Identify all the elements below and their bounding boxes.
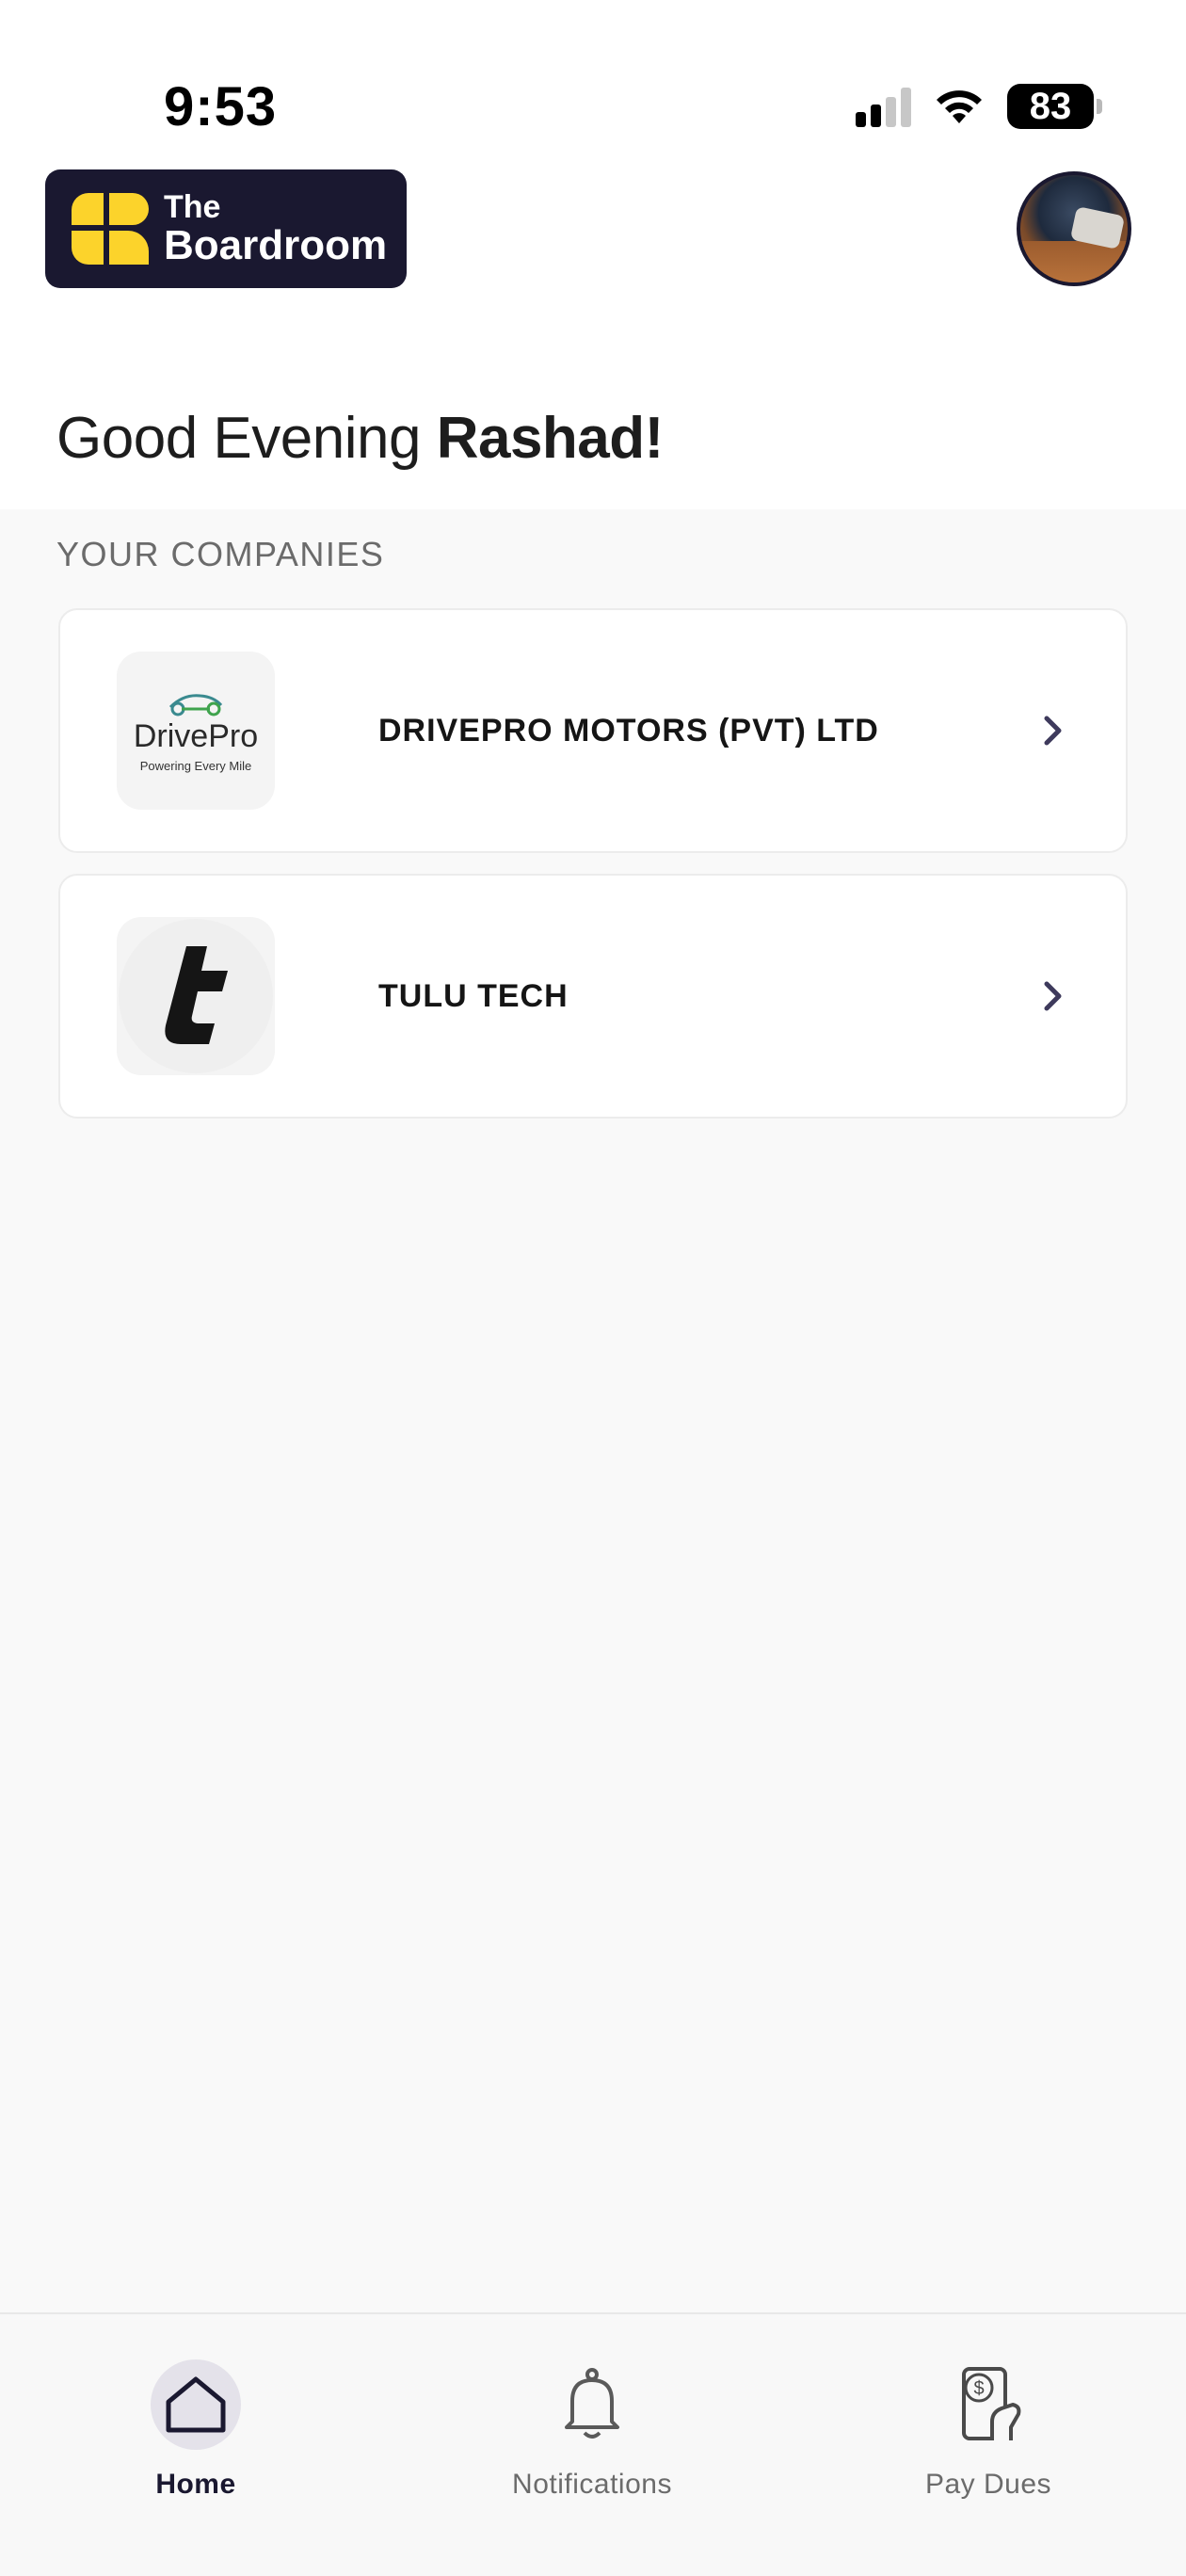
drivepro-logo: DrivePro Powering Every Mile bbox=[117, 652, 275, 810]
drivepro-logo-name: DrivePro bbox=[133, 718, 259, 754]
status-time: 9:53 bbox=[164, 76, 278, 137]
home-screen: 9:53 83 The Boardroom Good Evening Rasha… bbox=[0, 0, 1186, 2576]
tab-notifications[interactable]: Notifications bbox=[470, 2359, 714, 2501]
wifi-icon bbox=[937, 90, 982, 123]
chevron-right-icon bbox=[1039, 977, 1067, 1015]
bottom-tab-bar: Home Notifications $ Pay Dues bbox=[0, 2312, 1186, 2576]
tab-pay-dues-label: Pay Dues bbox=[924, 2469, 1052, 2500]
logo-line-1: The bbox=[164, 189, 221, 225]
logo-line-2: Boardroom bbox=[164, 222, 388, 268]
bell-icon bbox=[547, 2359, 637, 2450]
company-name: DRIVEPRO MOTORS (PVT) LTD bbox=[378, 712, 879, 749]
boardroom-logo-icon bbox=[72, 193, 149, 265]
tulu-t-icon bbox=[165, 946, 228, 1044]
app-logo: The Boardroom bbox=[45, 169, 407, 288]
car-icon bbox=[168, 694, 223, 716]
battery-icon: 83 bbox=[1007, 84, 1102, 129]
tab-notifications-label: Notifications bbox=[512, 2469, 672, 2500]
company-name: TULU TECH bbox=[378, 977, 569, 1014]
svg-text:$: $ bbox=[973, 2378, 984, 2399]
greeting-name: Rashad! bbox=[436, 406, 665, 471]
greeting-prefix: Good Evening bbox=[56, 406, 421, 471]
tab-home-label: Home bbox=[155, 2469, 236, 2500]
cellular-signal-icon bbox=[856, 86, 911, 127]
tab-pay-dues[interactable]: $ Pay Dues bbox=[866, 2359, 1111, 2501]
profile-avatar[interactable] bbox=[1017, 171, 1131, 286]
company-card-drivepro[interactable]: DrivePro Powering Every Mile DRIVEPRO MO… bbox=[58, 608, 1128, 853]
company-card-tulu-tech[interactable]: TULU TECH bbox=[58, 874, 1128, 1119]
tab-home[interactable]: Home bbox=[73, 2359, 318, 2501]
drivepro-logo-tagline: Powering Every Mile bbox=[139, 759, 252, 773]
chevron-right-icon bbox=[1039, 712, 1067, 749]
greeting: Good Evening Rashad! bbox=[56, 405, 664, 472]
home-icon bbox=[151, 2359, 241, 2450]
battery-level: 83 bbox=[1029, 85, 1072, 127]
section-label-companies: YOUR COMPANIES bbox=[56, 535, 385, 573]
pay-dues-icon: $ bbox=[943, 2359, 1034, 2450]
tulu-tech-logo bbox=[117, 917, 275, 1075]
status-indicators: 83 bbox=[856, 83, 1102, 130]
